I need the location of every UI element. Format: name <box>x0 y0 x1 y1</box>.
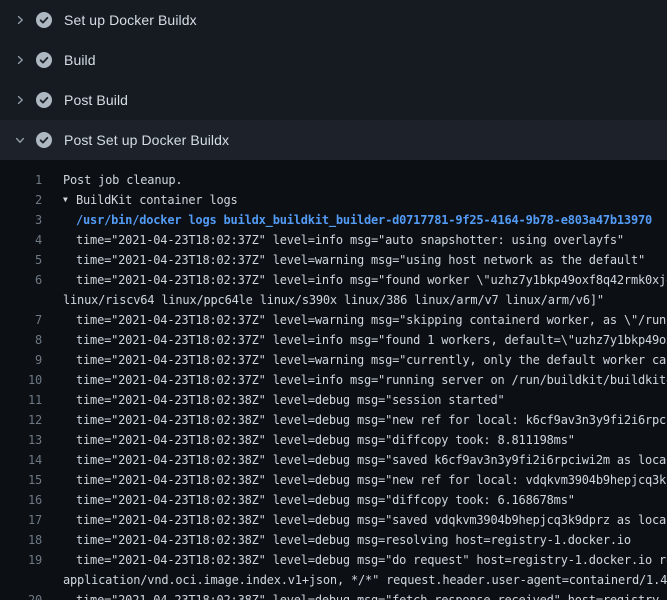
line-text: Post job cleanup. <box>63 170 182 190</box>
log-row: 6 time="2021-04-23T18:02:37Z" level=info… <box>0 270 667 290</box>
line-number[interactable]: 7 <box>0 310 42 330</box>
line-text: time="2021-04-23T18:02:38Z" level=debug … <box>76 390 505 410</box>
chevron-down-icon <box>14 134 26 146</box>
line-number[interactable]: 16 <box>0 490 42 510</box>
log-row: 12 time="2021-04-23T18:02:38Z" level=deb… <box>0 410 667 430</box>
log-row: 8 time="2021-04-23T18:02:37Z" level=info… <box>0 330 667 350</box>
line-number[interactable]: 6 <box>0 270 42 290</box>
line-text: time="2021-04-23T18:02:38Z" level=debug … <box>76 590 667 600</box>
line-text: time="2021-04-23T18:02:37Z" level=info m… <box>76 330 667 350</box>
line-number[interactable]: 17 <box>0 510 42 530</box>
line-text: time="2021-04-23T18:02:37Z" level=info m… <box>76 230 624 250</box>
chevron-right-icon <box>14 94 26 106</box>
log-row: 13 time="2021-04-23T18:02:38Z" level=deb… <box>0 430 667 450</box>
log-row: 9 time="2021-04-23T18:02:37Z" level=warn… <box>0 350 667 370</box>
line-number[interactable]: 11 <box>0 390 42 410</box>
line-text: time="2021-04-23T18:02:38Z" level=debug … <box>76 410 667 430</box>
step-row-post-set-up-docker-buildx[interactable]: Post Set up Docker Buildx <box>0 120 667 160</box>
line-text: time="2021-04-23T18:02:37Z" level=info m… <box>76 370 667 390</box>
line-text: time="2021-04-23T18:02:38Z" level=debug … <box>76 470 667 490</box>
line-text: time="2021-04-23T18:02:38Z" level=debug … <box>76 430 575 450</box>
log-row: 5 time="2021-04-23T18:02:37Z" level=warn… <box>0 250 667 270</box>
step-row-set-up-docker-buildx[interactable]: Set up Docker Buildx <box>0 0 667 40</box>
line-text: time="2021-04-23T18:02:37Z" level=info m… <box>76 270 667 290</box>
line-text: time="2021-04-23T18:02:38Z" level=debug … <box>76 550 667 570</box>
line-number[interactable]: 15 <box>0 470 42 490</box>
log-row: 15 time="2021-04-23T18:02:38Z" level=deb… <box>0 470 667 490</box>
actions-log-viewer: Set up Docker Buildx Build Post Build <box>0 0 667 600</box>
steps-list: Set up Docker Buildx Build Post Build <box>0 0 667 160</box>
log-row: 4 time="2021-04-23T18:02:37Z" level=info… <box>0 230 667 250</box>
log-row: 3 /usr/bin/docker logs buildx_buildkit_b… <box>0 210 667 230</box>
log-row: 14 time="2021-04-23T18:02:38Z" level=deb… <box>0 450 667 470</box>
check-circle-icon <box>36 92 52 108</box>
chevron-right-icon <box>14 14 26 26</box>
line-text: linux/riscv64 linux/ppc64le linux/s390x … <box>63 290 604 310</box>
check-circle-icon <box>36 132 52 148</box>
log-row: 16 time="2021-04-23T18:02:38Z" level=deb… <box>0 490 667 510</box>
chevron-right-icon <box>14 54 26 66</box>
line-text: /usr/bin/docker logs buildx_buildkit_bui… <box>76 210 652 230</box>
line-text: time="2021-04-23T18:02:38Z" level=debug … <box>76 490 575 510</box>
log-row: linux/riscv64 linux/ppc64le linux/s390x … <box>0 290 667 310</box>
line-number[interactable]: 8 <box>0 330 42 350</box>
line-number[interactable]: 10 <box>0 370 42 390</box>
line-text: time="2021-04-23T18:02:38Z" level=debug … <box>76 450 667 470</box>
log-row: 7 time="2021-04-23T18:02:37Z" level=warn… <box>0 310 667 330</box>
step-row-build[interactable]: Build <box>0 40 667 80</box>
line-number[interactable]: 9 <box>0 350 42 370</box>
line-number[interactable]: 1 <box>0 170 42 190</box>
line-number[interactable]: 5 <box>0 250 42 270</box>
step-row-post-build[interactable]: Post Build <box>0 80 667 120</box>
log-row: 20 time="2021-04-23T18:02:38Z" level=deb… <box>0 590 667 600</box>
line-text: time="2021-04-23T18:02:37Z" level=warnin… <box>76 250 645 270</box>
line-number[interactable]: 12 <box>0 410 42 430</box>
step-label: Post Set up Docker Buildx <box>64 132 229 148</box>
line-number[interactable]: 3 <box>0 210 42 230</box>
log-row: 10 time="2021-04-23T18:02:37Z" level=inf… <box>0 370 667 390</box>
log-row: application/vnd.oci.image.index.v1+json,… <box>0 570 667 590</box>
line-number[interactable]: 13 <box>0 430 42 450</box>
line-number[interactable]: 20 <box>0 590 42 600</box>
log-row: 19 time="2021-04-23T18:02:38Z" level=deb… <box>0 550 667 570</box>
log-row: 18 time="2021-04-23T18:02:38Z" level=deb… <box>0 530 667 550</box>
line-number[interactable] <box>0 570 42 590</box>
check-circle-icon <box>36 12 52 28</box>
line-text: application/vnd.oci.image.index.v1+json,… <box>63 570 667 590</box>
line-text: time="2021-04-23T18:02:37Z" level=warnin… <box>76 310 667 330</box>
line-text: time="2021-04-23T18:02:38Z" level=debug … <box>76 510 667 530</box>
line-number[interactable]: 14 <box>0 450 42 470</box>
log-row: 11 time="2021-04-23T18:02:38Z" level=deb… <box>0 390 667 410</box>
log-panel: 1 Post job cleanup. 2 ▼ BuildKit contain… <box>0 160 667 600</box>
line-text: BuildKit container logs <box>76 190 238 210</box>
step-label: Build <box>64 52 96 68</box>
step-label: Post Build <box>64 92 128 108</box>
line-number[interactable]: 19 <box>0 550 42 570</box>
step-label: Set up Docker Buildx <box>64 12 197 28</box>
line-number[interactable] <box>0 290 42 310</box>
log-row: 17 time="2021-04-23T18:02:38Z" level=deb… <box>0 510 667 530</box>
log-row: 2 ▼ BuildKit container logs <box>0 190 667 210</box>
line-number[interactable]: 18 <box>0 530 42 550</box>
log-row: 1 Post job cleanup. <box>0 170 667 190</box>
caret-down-icon[interactable]: ▼ <box>63 190 76 210</box>
line-text: time="2021-04-23T18:02:38Z" level=debug … <box>76 530 631 550</box>
line-text: time="2021-04-23T18:02:37Z" level=warnin… <box>76 350 667 370</box>
check-circle-icon <box>36 52 52 68</box>
line-number[interactable]: 4 <box>0 230 42 250</box>
line-number[interactable]: 2 <box>0 190 42 210</box>
